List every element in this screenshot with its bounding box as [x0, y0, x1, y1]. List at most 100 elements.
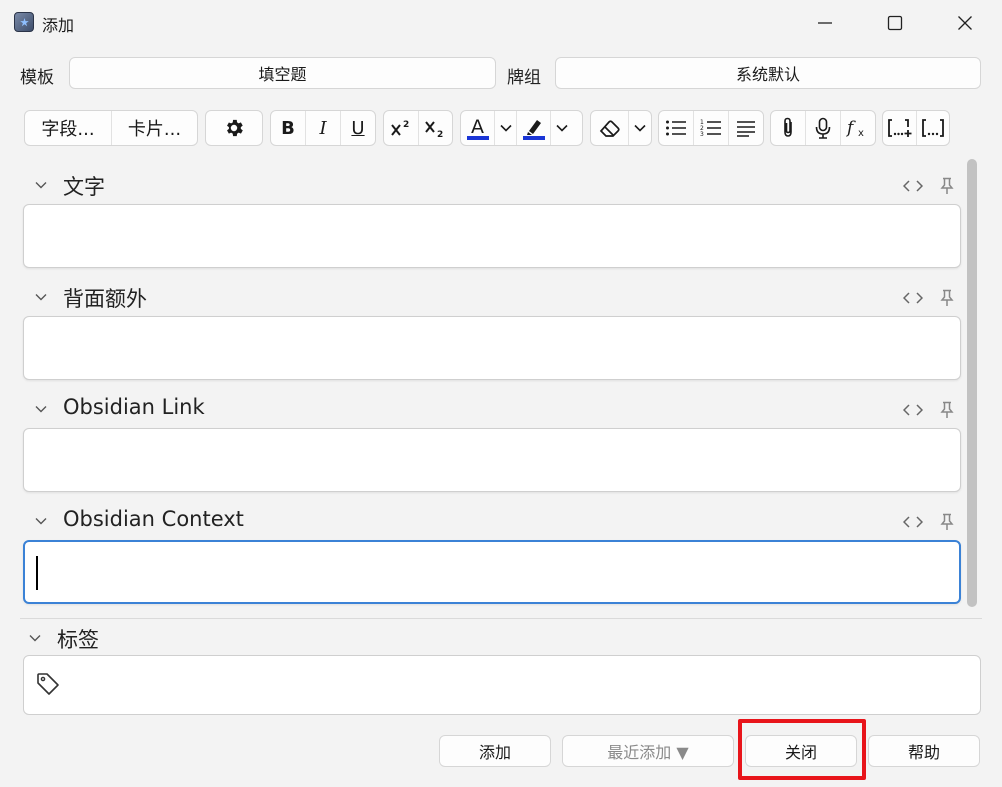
record-audio-button[interactable]	[806, 111, 841, 145]
highlighter-icon	[522, 120, 545, 140]
cloze-add-icon	[887, 119, 911, 137]
options-button[interactable]	[206, 111, 262, 145]
close-icon	[958, 16, 972, 30]
collapse-chevron-icon[interactable]	[29, 634, 41, 642]
cloze-new-button[interactable]	[883, 111, 917, 145]
svg-text:3: 3	[700, 131, 704, 137]
note-type-selector[interactable]: 填空题	[69, 57, 496, 89]
tags-label: 标签	[57, 628, 99, 652]
scrollbar-thumb[interactable]	[967, 159, 977, 607]
media-group: f x	[770, 110, 876, 146]
html-editor-icon[interactable]	[903, 515, 923, 529]
cards-button[interactable]: 卡片...	[112, 111, 197, 145]
format-group: B I U	[270, 110, 376, 146]
field-label-text: 文字	[63, 175, 105, 199]
underline-button[interactable]: U	[341, 111, 375, 145]
pin-icon[interactable]	[940, 513, 954, 531]
cloze-icon	[922, 119, 944, 137]
math-button[interactable]: f x	[841, 111, 875, 145]
highlight-color-button[interactable]	[517, 111, 551, 145]
field-input-obsidian-context[interactable]	[23, 540, 961, 604]
add-button[interactable]: 添加	[439, 735, 551, 767]
editor-scrollbar[interactable]	[964, 159, 980, 615]
italic-button[interactable]: I	[306, 111, 341, 145]
highlight-color-dropdown[interactable]	[551, 111, 573, 145]
superscript-icon: 2	[390, 120, 409, 136]
bullet-list-button[interactable]	[659, 111, 694, 145]
remove-format-button[interactable]	[591, 111, 629, 145]
field-input-obsidian-link[interactable]	[23, 428, 961, 492]
field-label-obsidian-context: Obsidian Context	[63, 507, 244, 531]
microphone-icon	[815, 117, 831, 139]
collapse-chevron-icon[interactable]	[35, 293, 47, 301]
anki-app-icon	[14, 12, 34, 32]
eraser-dropdown[interactable]	[629, 111, 651, 145]
numbered-list-button[interactable]: 1 2 3	[694, 111, 729, 145]
cloze-group	[882, 110, 950, 146]
minimize-button[interactable]	[790, 0, 860, 46]
html-editor-icon[interactable]	[903, 179, 923, 193]
tags-input[interactable]	[23, 655, 981, 715]
numbered-list-icon: 1 2 3	[700, 119, 721, 137]
subscript-icon: 2	[425, 121, 444, 138]
note-type-label: 模板	[20, 68, 54, 88]
deck-label: 牌组	[507, 68, 541, 88]
pin-icon[interactable]	[940, 289, 954, 307]
collapse-chevron-icon[interactable]	[35, 181, 47, 189]
window-title: 添加	[42, 16, 75, 35]
close-window-button[interactable]	[930, 0, 1000, 46]
list-group: 1 2 3	[658, 110, 764, 146]
deck-selector[interactable]: 系统默认	[555, 57, 981, 89]
text-color-dropdown[interactable]	[495, 111, 517, 145]
paperclip-icon	[784, 117, 792, 137]
text-color-icon: A	[466, 116, 489, 140]
gear-icon	[227, 119, 243, 137]
text-color-button[interactable]: A	[461, 111, 495, 145]
tag-icon	[37, 673, 59, 695]
history-button[interactable]: 最近添加 ▼	[562, 735, 734, 767]
align-left-icon	[737, 121, 755, 137]
align-button[interactable]	[729, 111, 763, 145]
collapse-chevron-icon[interactable]	[35, 517, 47, 525]
text-caret	[36, 556, 38, 590]
editor-divider	[20, 618, 982, 619]
eraser-icon	[599, 120, 620, 137]
bold-button[interactable]: B	[271, 111, 306, 145]
superscript-button[interactable]: 2	[384, 111, 419, 145]
add-note-window: 添加 模板 填空题 牌组 系统默认 字段... 卡片... B I U 2 2 …	[0, 0, 1002, 787]
close-button-highlight	[738, 719, 866, 780]
chevron-down-icon	[556, 124, 568, 132]
field-input-back-extra[interactable]	[23, 316, 961, 380]
options-group	[205, 110, 263, 146]
maximize-icon	[887, 15, 903, 31]
svg-text:2: 2	[437, 130, 443, 138]
cloze-same-button[interactable]	[917, 111, 949, 145]
eraser-group	[590, 110, 652, 146]
collapse-chevron-icon[interactable]	[35, 405, 47, 413]
chevron-down-icon	[634, 124, 646, 132]
subscript-button[interactable]: 2	[419, 111, 453, 145]
color-group: A	[460, 110, 583, 146]
html-editor-icon[interactable]	[903, 291, 923, 305]
function-icon: f x	[846, 118, 864, 139]
script-group: 2 2	[383, 110, 453, 146]
chevron-down-icon	[499, 124, 512, 132]
svg-text:f: f	[846, 118, 856, 138]
title-bar: 添加	[0, 0, 1002, 46]
pin-icon[interactable]	[940, 401, 954, 419]
svg-text:2: 2	[403, 120, 409, 130]
svg-text:x: x	[858, 128, 864, 139]
maximize-button[interactable]	[860, 0, 930, 46]
field-label-back-extra: 背面额外	[63, 287, 147, 311]
attach-button[interactable]	[771, 111, 806, 145]
fields-cards-group: 字段... 卡片...	[24, 110, 198, 146]
minimize-icon	[818, 22, 832, 24]
fields-button[interactable]: 字段...	[25, 111, 112, 145]
pin-icon[interactable]	[940, 177, 954, 195]
bullet-list-icon	[666, 120, 686, 136]
field-label-obsidian-link: Obsidian Link	[63, 395, 205, 419]
help-button[interactable]: 帮助	[868, 735, 980, 767]
field-input-text[interactable]	[23, 204, 961, 268]
html-editor-icon[interactable]	[903, 403, 923, 417]
svg-text:A: A	[471, 116, 484, 138]
